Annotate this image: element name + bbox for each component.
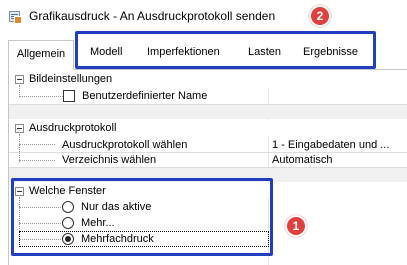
collapse-toggle-icon[interactable] — [15, 75, 24, 84]
callout-badge-1: 1 — [285, 215, 307, 237]
tabs-highlight-frame — [75, 31, 376, 69]
verzeichnis-waehlen-value[interactable]: Automatisch — [272, 154, 333, 166]
ausdruckprotokoll-waehlen-label: Ausdruckprotokoll wählen — [62, 139, 188, 151]
benutzerdefinierter-name-checkbox[interactable] — [63, 90, 75, 102]
window-title: Grafikausdruck - An Ausdruckprotokoll se… — [29, 9, 276, 23]
group-title-bildeinstellungen: Bildeinstellungen — [29, 73, 113, 85]
welche-fenster-highlight-frame — [11, 178, 273, 256]
verzeichnis-waehlen-label: Verzeichnis wählen — [62, 154, 157, 166]
group-gap — [9, 105, 407, 119]
callout-badge-2: 2 — [309, 5, 331, 27]
tree-line — [19, 96, 63, 97]
tree-line — [19, 144, 55, 145]
tree-line — [19, 160, 55, 161]
benutzerdefinierter-name-label: Benutzerdefinierter Name — [82, 90, 208, 102]
print-graphic-app-icon — [9, 11, 22, 24]
collapse-toggle-icon[interactable] — [15, 124, 24, 133]
group-title-ausdruckprotokoll: Ausdruckprotokoll — [29, 122, 117, 134]
tree-line — [19, 134, 20, 162]
ausdruckprotokoll-waehlen-value[interactable]: 1 - Eingabedaten und ... — [272, 139, 389, 151]
row-separator — [9, 152, 407, 153]
title-bar: Grafikausdruck - An Ausdruckprotokoll se… — [0, 0, 407, 32]
tab-allgemein[interactable]: Allgemein — [8, 40, 74, 70]
